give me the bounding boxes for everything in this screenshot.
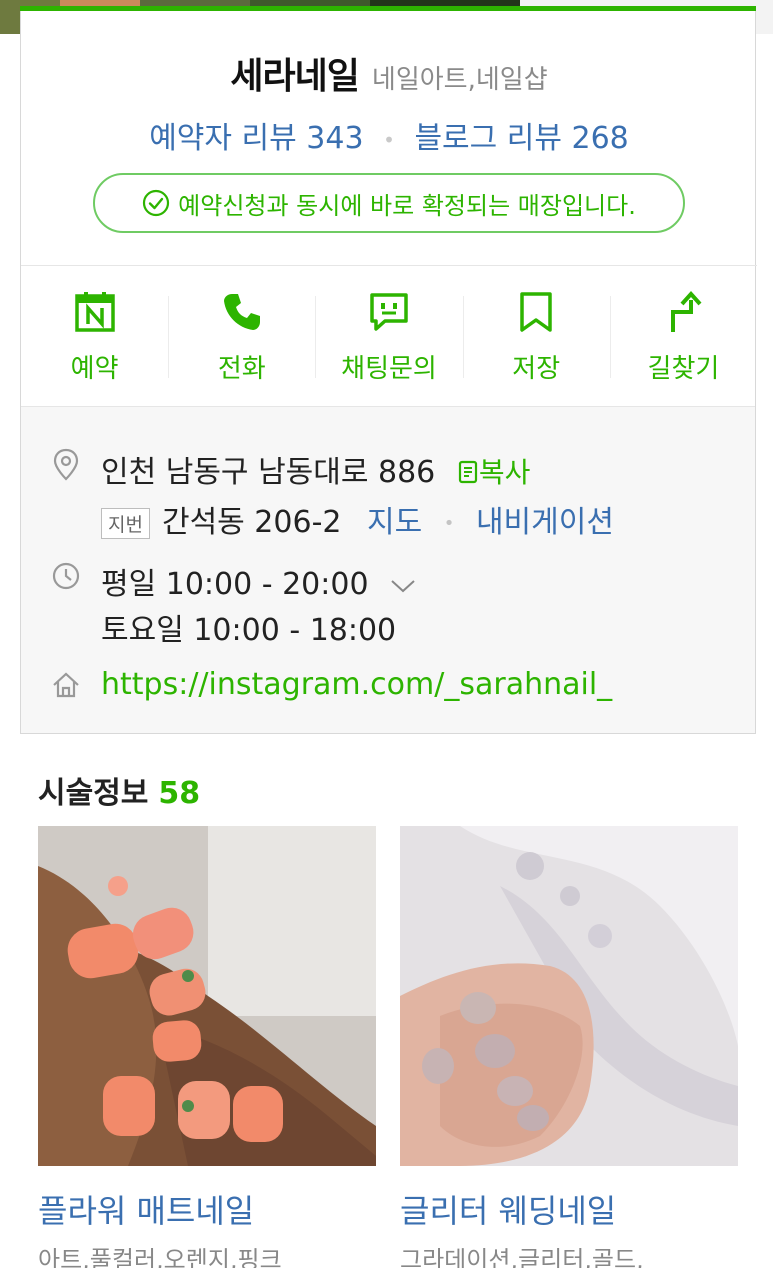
- bookmark-icon: [520, 292, 552, 332]
- brand-accent-bar: [20, 6, 756, 11]
- map-link[interactable]: 지도: [367, 505, 422, 540]
- directions-icon: [671, 291, 702, 332]
- portfolio-photo-flower-matte[interactable]: [38, 826, 376, 1166]
- reserve-button[interactable]: 예약: [21, 266, 168, 406]
- directions-label: 길찾기: [647, 354, 720, 384]
- calendar-n-icon: [74, 292, 115, 332]
- portfolio-item-title[interactable]: 글리터 웨딩네일: [400, 1186, 616, 1232]
- reserve-label: 예약: [70, 354, 119, 384]
- action-bar: 예약 전화 채팅문의 저장 길찾기: [21, 266, 757, 406]
- jibun-address: 간석동 206-2: [161, 505, 342, 540]
- phone-icon: [223, 294, 260, 330]
- instant-confirm-badge: 예약신청과 동시에 바로 확정되는 매장입니다.: [93, 173, 685, 233]
- portfolio-title: 시술정보: [38, 776, 149, 811]
- place-info-panel: 인천 남동구 남동대로 886 복사 지번 간석동 206-2 지도 • 내비게이…: [21, 406, 755, 733]
- place-name: 세라네일: [230, 56, 359, 97]
- save-label: 저장: [512, 354, 561, 384]
- hours-weekday-row[interactable]: 평일 10:00 - 20:00: [101, 559, 416, 603]
- portfolio-section-title: 시술정보 58: [38, 768, 200, 812]
- location-pin-icon: [53, 448, 79, 481]
- instant-confirm-text: 예약신청과 동시에 바로 확정되는 매장입니다.: [178, 191, 636, 220]
- chevron-down-icon[interactable]: [390, 575, 416, 600]
- place-summary-card: 세라네일 네일아트,네일샵 예약자 리뷰 343 • 블로그 리뷰 268 예약…: [20, 6, 757, 734]
- portfolio-item-tags: 그라데이션,글리터,골드,: [400, 1246, 644, 1268]
- jibun-line: 지번 간석동 206-2 지도 • 내비게이션: [101, 497, 614, 541]
- website-link[interactable]: https://instagram.com/_sarahnail_: [101, 667, 612, 702]
- save-button[interactable]: 저장: [462, 266, 610, 406]
- hours-saturday-row: 토요일 10:00 - 18:00: [101, 605, 396, 649]
- separator-dot: •: [383, 127, 395, 152]
- chat-inquiry-label: 채팅문의: [341, 354, 437, 384]
- call-label: 전화: [217, 354, 266, 384]
- copy-address-button[interactable]: 복사: [457, 456, 531, 489]
- portfolio-item-title[interactable]: 플라워 매트네일: [38, 1186, 254, 1232]
- copy-icon: [458, 460, 477, 484]
- separator-dot: •: [443, 513, 455, 534]
- website-row: https://instagram.com/_sarahnail_: [101, 667, 612, 702]
- navigation-link[interactable]: 내비게이션: [476, 505, 614, 540]
- address-line: 인천 남동구 남동대로 886 복사: [101, 447, 530, 491]
- place-category: 네일아트,네일샵: [371, 65, 548, 95]
- call-button[interactable]: 전화: [168, 266, 315, 406]
- portfolio-count: 58: [158, 776, 201, 811]
- place-header: 세라네일 네일아트,네일샵: [21, 47, 757, 99]
- jibun-tag: 지번: [101, 508, 150, 539]
- road-address: 인천 남동구 남동대로 886: [101, 455, 436, 490]
- chat-inquiry-button[interactable]: 채팅문의: [315, 266, 462, 406]
- check-circle-icon: [143, 189, 170, 217]
- portfolio-photo-glitter-wedding[interactable]: [400, 826, 738, 1166]
- directions-button[interactable]: 길찾기: [609, 266, 757, 406]
- hours-weekday: 평일 10:00 - 20:00: [101, 567, 369, 602]
- copy-label: 복사: [478, 456, 531, 489]
- blog-review-link[interactable]: 블로그 리뷰 268: [414, 121, 628, 156]
- portfolio-item-tags: 아트,풀컬러,오렌지,핑크: [38, 1246, 282, 1268]
- home-icon: [53, 672, 79, 698]
- review-links: 예약자 리뷰 343 • 블로그 리뷰 268: [21, 113, 757, 157]
- visitor-review-link[interactable]: 예약자 리뷰 343: [149, 121, 363, 156]
- chat-icon: [370, 293, 408, 331]
- hours-saturday: 토요일 10:00 - 18:00: [101, 613, 397, 648]
- clock-icon: [52, 562, 80, 590]
